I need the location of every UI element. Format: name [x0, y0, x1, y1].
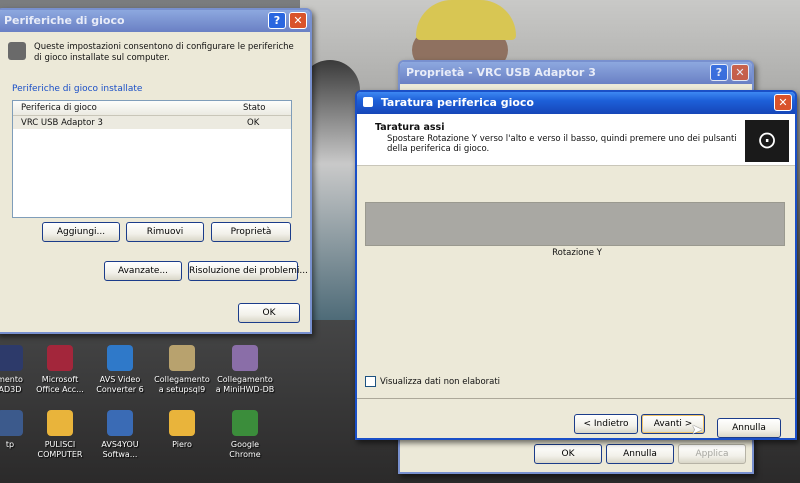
desktop-icon[interactable]: Collegamento a MiniHWD-DB — [205, 345, 285, 395]
joystick-icon — [8, 42, 26, 60]
access-icon — [47, 345, 73, 371]
advanced-button[interactable]: Avanzate... — [104, 261, 182, 281]
desktop-icon-label: Google Chrome — [229, 440, 261, 459]
help-icon[interactable]: ? — [268, 12, 286, 29]
properties-window-title: Proprietà - VRC USB Adaptor 3 — [406, 66, 596, 79]
shortcut-icon — [232, 345, 258, 371]
column-device[interactable]: Periferica di gioco — [21, 103, 97, 113]
device-status: OK — [247, 118, 260, 128]
properties-cancel-button[interactable]: Annulla — [606, 444, 674, 464]
chrome-icon — [232, 410, 258, 436]
joystick-icon — [363, 97, 373, 107]
shortcut-icon — [169, 345, 195, 371]
properties-button[interactable]: Proprietà — [211, 222, 291, 242]
axis-progress-bar — [365, 202, 785, 246]
device-name: VRC USB Adaptor 3 — [21, 118, 103, 128]
controllers-list[interactable]: Periferica di gioco Stato VRC USB Adapto… — [12, 100, 292, 218]
section-title: Taratura assi — [375, 122, 445, 133]
controller-icon: ⊙ — [745, 120, 789, 162]
desktop-icon-label: Collegamento a MiniHWD-DB — [215, 375, 275, 394]
calibration-title: Taratura periferica gioco — [380, 96, 534, 109]
properties-apply-button[interactable]: Applica — [678, 444, 746, 464]
close-icon[interactable]: ✕ — [731, 64, 749, 81]
video-converter-icon — [107, 345, 133, 371]
wallpaper-cap — [416, 0, 516, 40]
calibration-cancel-button[interactable]: Annulla — [717, 418, 781, 438]
wizard-header: Taratura assi Spostare Rotazione Y verso… — [357, 114, 795, 166]
mouse-cursor-icon: ➤ — [691, 422, 703, 438]
game-controllers-description: Queste impostazioni consentono di config… — [34, 42, 294, 63]
list-header: Periferica di gioco Stato — [13, 101, 291, 116]
list-item[interactable]: VRC USB Adaptor 3 OK — [13, 116, 291, 129]
add-button[interactable]: Aggiungi... — [42, 222, 120, 242]
axis-label: Rotazione Y — [552, 248, 602, 258]
folder-icon — [169, 410, 195, 436]
properties-titlebar[interactable]: Proprietà - VRC USB Adaptor 3 ? ✕ — [400, 62, 752, 84]
game-controllers-titlebar[interactable]: Periferiche di gioco ? ✕ — [0, 10, 310, 32]
back-button[interactable]: < Indietro — [574, 414, 638, 434]
close-icon[interactable]: ✕ — [289, 12, 307, 29]
help-icon[interactable]: ? — [710, 64, 728, 81]
properties-ok-button[interactable]: OK — [534, 444, 602, 464]
game-controllers-title: Periferiche di gioco — [4, 14, 125, 27]
folder-icon — [47, 410, 73, 436]
raw-data-label[interactable]: Visualizza dati non elaborati — [380, 377, 500, 387]
game-controllers-ok-button[interactable]: OK — [238, 303, 300, 323]
desktop-icon[interactable]: Google Chrome — [205, 410, 285, 460]
calibration-instruction: Spostare Rotazione Y verso l'alto e vers… — [387, 134, 737, 154]
installed-group-label: Periferiche di gioco installate — [12, 84, 143, 94]
avs4you-icon — [107, 410, 133, 436]
column-status[interactable]: Stato — [243, 103, 265, 113]
calibration-titlebar[interactable]: Taratura periferica gioco ✕ — [357, 92, 795, 114]
troubleshoot-button[interactable]: Risoluzione dei problemi... — [188, 261, 308, 281]
remove-button[interactable]: Rimuovi — [126, 222, 204, 242]
divider — [357, 398, 795, 399]
raw-data-checkbox[interactable] — [365, 376, 376, 387]
game-controllers-window: Periferiche di gioco ? ✕ Queste impostaz… — [0, 8, 312, 334]
close-icon[interactable]: ✕ — [774, 94, 792, 111]
calibration-window: Taratura periferica gioco ✕ Taratura ass… — [355, 90, 797, 440]
